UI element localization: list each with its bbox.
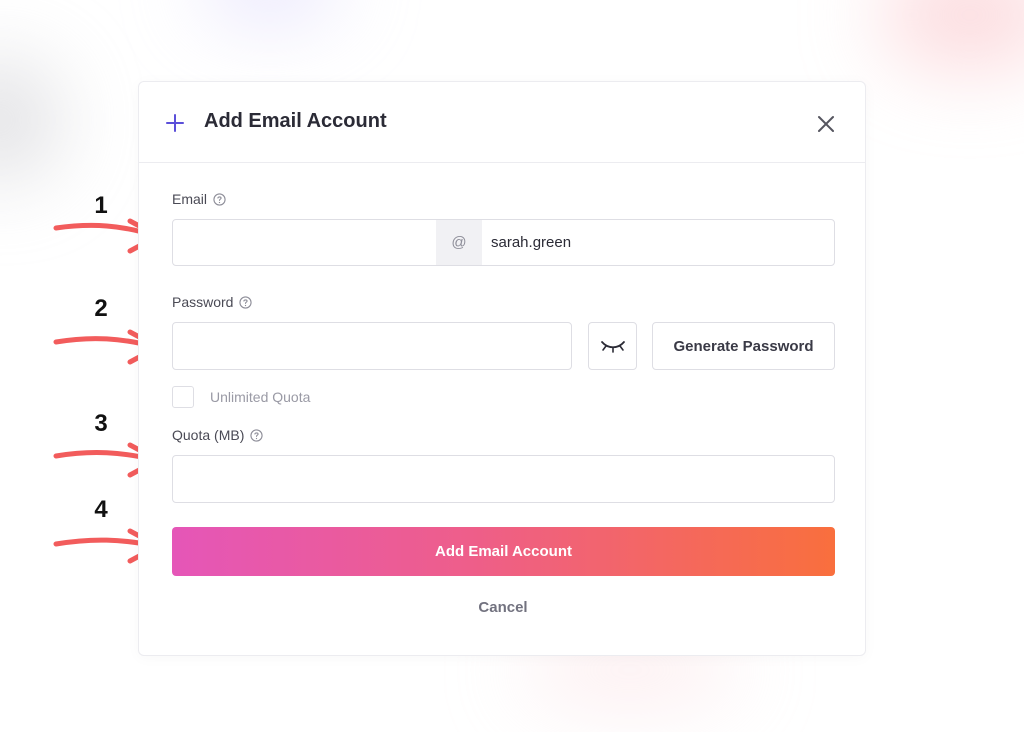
help-icon[interactable]: [250, 428, 263, 442]
add-email-account-dialog: Add Email Account Email @ sarah.green Pa…: [138, 81, 866, 656]
dialog-header: Add Email Account: [139, 82, 865, 163]
at-sign: @: [436, 220, 482, 265]
close-icon[interactable]: [815, 113, 837, 135]
toggle-password-visibility-button[interactable]: [588, 322, 637, 370]
email-label: Email: [172, 191, 226, 207]
dialog-title: Add Email Account: [204, 110, 387, 132]
password-input[interactable]: [172, 322, 572, 370]
cancel-button[interactable]: Cancel: [139, 599, 867, 616]
annotation-number-2: 2: [94, 295, 108, 322]
email-field: @ sarah.green: [172, 219, 835, 266]
page: 1 2 3 4 Add Email Account Email @ sarah.…: [0, 0, 1024, 732]
background-blob: [200, 0, 340, 20]
email-label-text: Email: [172, 191, 208, 207]
add-email-account-button[interactable]: Add Email Account: [172, 527, 835, 576]
unlimited-quota-label: Unlimited Quota: [210, 389, 311, 405]
password-label-text: Password: [172, 294, 234, 310]
eye-closed-icon: [600, 341, 625, 353]
background-blob: [880, 0, 1024, 70]
quota-label: Quota (MB): [172, 427, 263, 443]
annotation-number-3: 3: [94, 410, 108, 437]
plus-icon: [166, 114, 184, 132]
email-domain-input[interactable]: sarah.green: [482, 220, 834, 265]
annotation-number-4: 4: [94, 496, 108, 523]
annotation-number-1: 1: [94, 192, 108, 219]
help-icon[interactable]: [239, 295, 253, 309]
background-blob: [0, 60, 60, 180]
unlimited-quota-checkbox[interactable]: [172, 386, 194, 408]
password-label: Password: [172, 294, 253, 310]
generate-password-button[interactable]: Generate Password: [652, 322, 835, 370]
quota-label-text: Quota (MB): [172, 427, 245, 443]
help-icon[interactable]: [213, 192, 226, 206]
email-username-input[interactable]: [173, 220, 436, 265]
quota-input[interactable]: [172, 455, 835, 503]
